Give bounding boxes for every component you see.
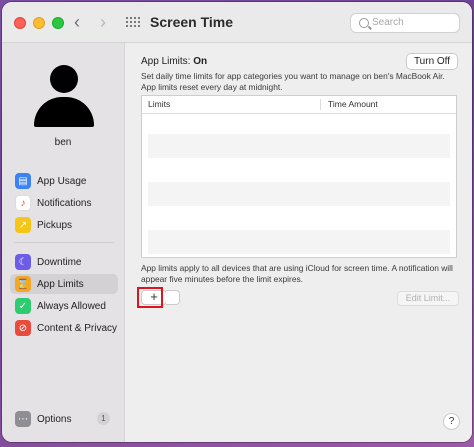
sidebar-item-options[interactable]: ⋯ Options 1	[10, 409, 118, 429]
sidebar-divider	[14, 242, 114, 243]
avatar	[34, 65, 94, 127]
layers-icon: ▤	[15, 173, 31, 189]
sidebar-item-app-limits[interactable]: ⌛ App Limits	[10, 274, 118, 294]
sidebar-item-content-privacy[interactable]: ⊘ Content & Privacy	[10, 318, 118, 338]
limits-table[interactable]: Limits Time Amount	[141, 95, 457, 258]
sidebar-item-label: App Usage	[37, 175, 87, 187]
help-button[interactable]: ?	[443, 413, 460, 430]
column-header-time-amount[interactable]: Time Amount	[328, 99, 378, 109]
sidebar: ben ▤ App Usage ♪ Notifications ↗ Pickup…	[2, 43, 125, 442]
window-title: Screen Time	[150, 14, 234, 30]
forward-arrow-icon[interactable]: ›	[100, 12, 106, 32]
turn-off-button[interactable]: Turn Off	[406, 53, 458, 70]
sidebar-item-label: Always Allowed	[37, 300, 106, 312]
checkmark-icon: ✓	[15, 298, 31, 314]
sidebar-item-label: Downtime	[37, 256, 82, 268]
table-row	[148, 230, 450, 254]
minimize-window-button[interactable]	[33, 17, 45, 29]
main-panel: App Limits: On Turn Off Set daily time l…	[125, 43, 472, 442]
sidebar-item-label: App Limits	[37, 278, 84, 290]
sidebar-item-always-allowed[interactable]: ✓ Always Allowed	[10, 296, 118, 316]
sidebar-item-app-usage[interactable]: ▤ App Usage	[10, 171, 118, 191]
sidebar-item-pickups[interactable]: ↗ Pickups	[10, 215, 118, 235]
app-limits-status-label: App Limits:	[141, 56, 191, 67]
table-row	[148, 182, 450, 206]
search-field[interactable]: Search	[350, 13, 460, 33]
zoom-window-button[interactable]	[52, 17, 64, 29]
sidebar-item-label: Pickups	[37, 219, 73, 231]
search-icon	[359, 18, 369, 28]
options-icon: ⋯	[15, 411, 31, 427]
username: ben	[54, 137, 72, 148]
options-count-badge: 1	[97, 412, 110, 425]
app-limits-status-value: On	[193, 56, 208, 67]
table-row	[148, 134, 450, 158]
column-header-limits[interactable]: Limits	[148, 99, 170, 109]
moon-icon: ☾	[15, 254, 31, 270]
bell-icon: ♪	[15, 195, 31, 211]
sidebar-item-downtime[interactable]: ☾ Downtime	[10, 252, 118, 272]
pickups-icon: ↗	[15, 217, 31, 233]
sidebar-item-label: Notifications	[37, 197, 92, 209]
screen-time-window: ‹ › Screen Time Search ben ▤ App Usage ♪…	[2, 2, 472, 442]
hourglass-icon: ⌛	[15, 276, 31, 292]
highlight-annotation	[137, 287, 163, 308]
app-limits-footer-note: App limits apply to all devices that are…	[141, 263, 453, 284]
show-all-grid-icon[interactable]	[126, 17, 140, 29]
edit-limit-button[interactable]: Edit Limit...	[397, 291, 459, 306]
sidebar-item-label: Options	[37, 413, 72, 425]
search-placeholder: Search	[372, 17, 404, 28]
sidebar-item-label: Content & Privacy	[37, 322, 118, 334]
app-limits-description: Set daily time limits for app categories…	[141, 71, 445, 92]
sidebar-item-notifications[interactable]: ♪ Notifications	[10, 193, 118, 213]
back-arrow-icon[interactable]: ‹	[74, 12, 80, 32]
restricted-icon: ⊘	[15, 320, 31, 336]
title-bar: ‹ › Screen Time Search	[2, 2, 472, 43]
table-header: Limits Time Amount	[142, 96, 456, 114]
remove-limit-button[interactable]	[166, 290, 180, 305]
app-limits-status: App Limits: On	[141, 56, 207, 67]
close-window-button[interactable]	[14, 17, 26, 29]
